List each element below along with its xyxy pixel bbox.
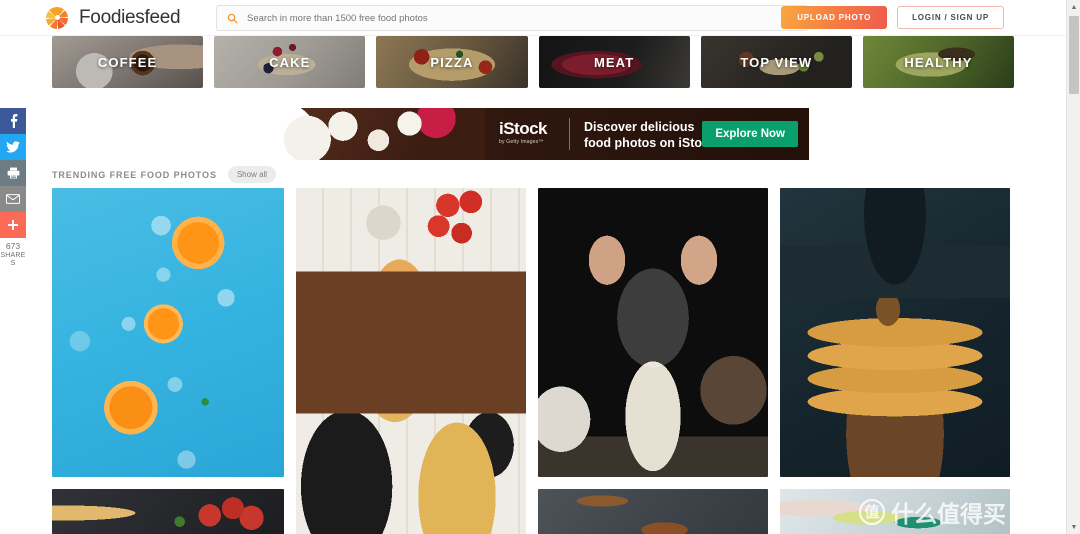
photo-card-pizza-with-cherry-tomatoes-on-slate[interactable] (52, 489, 284, 534)
category-label: CAKE (269, 54, 311, 70)
share-count-number: 673 (5, 241, 21, 251)
aperture-pinwheel-icon (46, 6, 68, 29)
ad-headline-line1: Discover delicious (584, 120, 695, 134)
category-tile-coffee[interactable]: COFFEE (52, 36, 204, 88)
photo-grid: 值 什么值得买 (52, 188, 1018, 534)
photo-card-burger-flat-lay-on-white-wood[interactable] (296, 188, 526, 534)
scrollbar-thumb[interactable] (1069, 16, 1079, 94)
email-share-icon[interactable] (0, 186, 26, 212)
watermark-badge-icon: 值 (859, 499, 885, 525)
category-tile-cake[interactable]: CAKE (214, 36, 366, 88)
photo-card-pancake-stack-with-syrup[interactable] (780, 188, 1010, 477)
category-tile-pizza[interactable]: PIZZA (376, 36, 528, 88)
photo-card-green-drink-bottle-closeup[interactable]: 值 什么值得买 (780, 489, 1010, 534)
share-count-label-2: S (10, 260, 16, 268)
istock-logo-text: iStock (499, 119, 548, 138)
twitter-bird-glyph (6, 141, 20, 153)
istock-logo-subtext: by Getty Images™ (499, 139, 544, 145)
section-title: TRENDING FREE FOOD PHOTOS (52, 169, 217, 180)
category-tiles: COFFEE CAKE PIZZA MEAT TOP VIEW HEALTHY (0, 36, 1066, 92)
ad-divider (569, 118, 570, 150)
site-watermark: 值 什么值得买 (859, 495, 1006, 529)
category-label: COFFEE (97, 54, 158, 70)
brand-name: Foodiesfeed (79, 6, 181, 28)
photo-column-1 (52, 188, 284, 534)
page-root: Foodiesfeed UPLOAD PHOTO LOGIN / SIGN UP… (0, 0, 1080, 534)
ad-headline: Discover delicious food photos on iStock (584, 119, 716, 151)
upload-photo-button[interactable]: UPLOAD PHOTO (781, 6, 888, 29)
category-tile-meat[interactable]: MEAT (538, 36, 690, 88)
share-count-label-1: SHARE (0, 251, 26, 259)
share-count: 673 SHARE S (0, 238, 26, 269)
print-page-icon[interactable] (0, 160, 26, 186)
search-bar[interactable] (216, 5, 808, 31)
ad-photo-hot-chocolate (263, 108, 485, 160)
watermark-text: 什么值得买 (891, 502, 1006, 528)
category-tile-healthy[interactable]: HEALTHY (862, 36, 1015, 88)
login-signup-button[interactable]: LOGIN / SIGN UP (897, 6, 1004, 29)
trending-section-header: TRENDING FREE FOOD PHOTOS Show all (52, 166, 277, 183)
page-scrollbar[interactable]: ▲ ▼ (1066, 0, 1080, 534)
ad-headline-line2: food photos on iStock (584, 136, 716, 150)
category-label: MEAT (593, 54, 635, 70)
category-label: TOP VIEW (740, 54, 813, 70)
scroll-down-arrow-icon[interactable]: ▼ (1067, 520, 1080, 534)
photo-card-orange-slices-on-blue-background[interactable] (52, 188, 284, 477)
printer-glyph (7, 167, 19, 179)
more-share-options-icon[interactable] (0, 212, 26, 238)
ad-explore-now-button[interactable]: Explore Now (702, 121, 798, 147)
istock-logo: iStock by Getty Images™ (499, 119, 548, 145)
photo-card-cinnamon-spices-on-grey-stone[interactable] (538, 489, 768, 534)
istock-ad-banner[interactable]: iStock by Getty Images™ Discover delicio… (263, 108, 809, 160)
photo-column-3 (538, 188, 768, 534)
search-input[interactable] (247, 12, 767, 24)
category-tile-top-view[interactable]: TOP VIEW (700, 36, 852, 88)
show-all-button[interactable]: Show all (227, 166, 277, 183)
photo-column-4: 值 什么值得买 (780, 188, 1010, 534)
search-icon (227, 13, 238, 24)
category-label: PIZZA (430, 54, 474, 70)
facebook-share-icon[interactable] (0, 108, 26, 134)
scroll-up-arrow-icon[interactable]: ▲ (1067, 0, 1080, 14)
ad-body: iStock by Getty Images™ Discover delicio… (263, 108, 809, 160)
social-share-rail: 673 SHARE S (0, 108, 26, 269)
brand-logo[interactable]: Foodiesfeed (46, 6, 181, 29)
header-actions: UPLOAD PHOTO LOGIN / SIGN UP (781, 6, 1004, 29)
site-header: Foodiesfeed UPLOAD PHOTO LOGIN / SIGN UP (0, 0, 1066, 36)
photo-column-2 (296, 188, 526, 534)
category-label: HEALTHY (904, 54, 973, 70)
envelope-glyph (6, 194, 20, 204)
facebook-glyph (10, 114, 17, 128)
twitter-share-icon[interactable] (0, 134, 26, 160)
plus-glyph (8, 220, 18, 230)
photo-card-hands-sifting-flour-dark-kitchen[interactable] (538, 188, 768, 477)
